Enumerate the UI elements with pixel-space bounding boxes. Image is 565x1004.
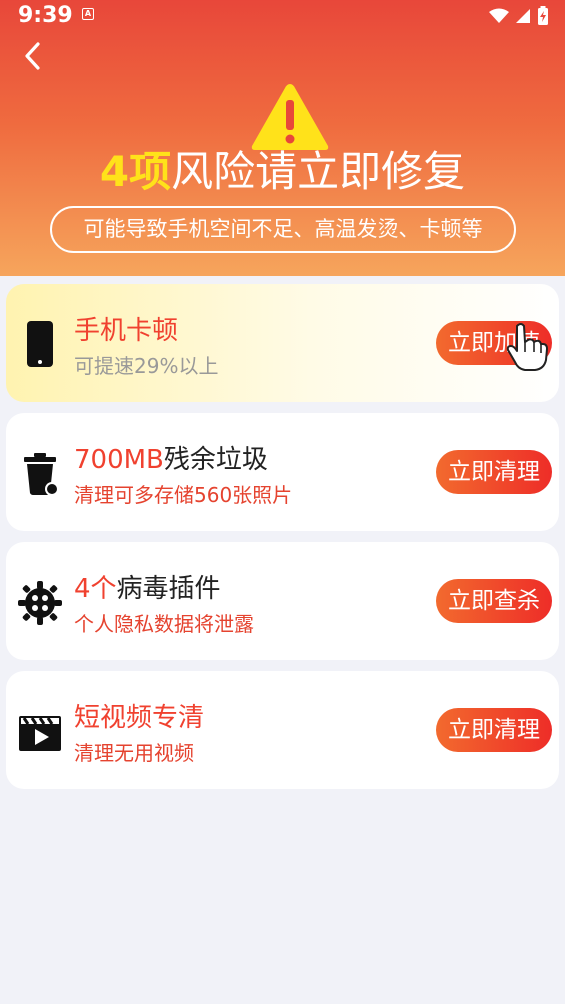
card-subtitle: 可提速29%以上 xyxy=(74,354,219,378)
risk-count: 4项 xyxy=(99,147,172,196)
card-subtitle: 清理可多存储560张照片 xyxy=(74,483,293,507)
card-title-text: 手机卡顿 xyxy=(74,316,179,346)
card-short-video[interactable]: 短视频专清 清理无用视频 立即清理 xyxy=(6,671,559,789)
card-virus-plugins[interactable]: 4个病毒插件 个人隐私数据将泄露 立即查杀 xyxy=(6,542,559,660)
card-subtitle: 清理无用视频 xyxy=(74,741,194,765)
risk-description-pill: 可能导致手机空间不足、高温发烫、卡顿等 xyxy=(50,206,516,253)
status-bar: 9:39 A xyxy=(0,0,565,32)
risk-headline: 4项风险请立即修复 xyxy=(0,138,565,199)
signal-icon xyxy=(516,9,530,23)
battery-icon xyxy=(538,6,548,25)
card-title-text: 短视频专清 xyxy=(74,703,205,733)
trash-icon xyxy=(24,453,59,496)
card-title-text: 病毒插件 xyxy=(116,574,221,604)
virus-icon xyxy=(18,581,62,625)
card-phone-lag[interactable]: 手机卡顿 可提速29%以上 立即加速 xyxy=(6,284,559,402)
video-clapper-icon xyxy=(19,716,61,751)
kill-virus-button[interactable]: 立即查杀 xyxy=(436,579,552,623)
back-arrow-icon[interactable] xyxy=(18,38,54,74)
card-title: 手机卡顿 xyxy=(74,310,178,347)
phone-icon xyxy=(27,321,53,367)
header-banner: 9:39 A 4项风险请立即修复 可能导致手机空间不足、高温发烫、卡顿等 xyxy=(0,0,565,276)
status-icons xyxy=(489,6,549,26)
card-title: 短视频专清 xyxy=(74,697,204,734)
card-residual-junk[interactable]: 700MB残余垃圾 清理可多存储560张照片 立即清理 xyxy=(6,413,559,531)
wifi-icon xyxy=(489,8,509,23)
status-time: 9:39 xyxy=(18,3,73,28)
notification-icon: A xyxy=(82,8,94,20)
pointing-hand-icon xyxy=(506,323,548,371)
card-title-highlight: 4个 xyxy=(74,574,117,604)
clean-video-button[interactable]: 立即清理 xyxy=(436,708,552,752)
card-subtitle: 个人隐私数据将泄露 xyxy=(74,612,254,636)
card-title-text: 残余垃圾 xyxy=(163,445,268,475)
risk-headline-text: 风险请立即修复 xyxy=(171,147,466,196)
card-title: 700MB残余垃圾 xyxy=(74,439,268,476)
card-title: 4个病毒插件 xyxy=(74,568,221,605)
card-title-highlight: 700MB xyxy=(74,445,164,475)
clean-junk-button[interactable]: 立即清理 xyxy=(436,450,552,494)
